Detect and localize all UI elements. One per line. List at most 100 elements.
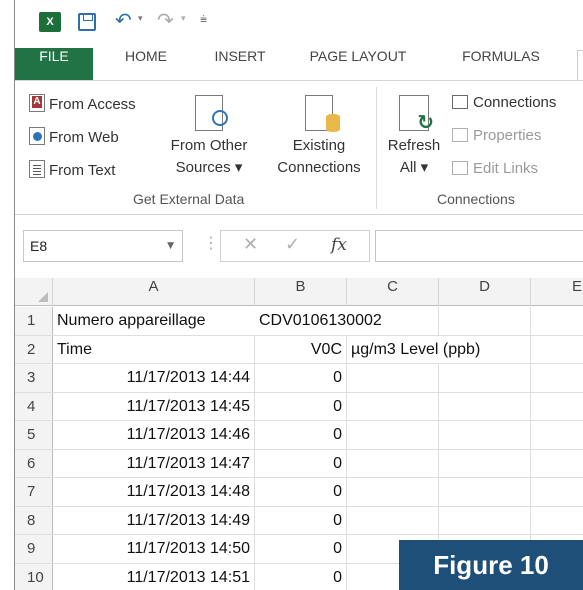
from-other-sources-button[interactable]: From Other Sources ▾ — [161, 95, 257, 179]
cell-e6[interactable] — [531, 450, 583, 478]
cell-e1[interactable] — [531, 307, 583, 335]
redo-icon[interactable]: ↷ — [157, 8, 174, 32]
cell-a7[interactable]: 11/17/2013 14:48 — [53, 478, 255, 506]
cell-d5[interactable] — [439, 421, 531, 449]
cell-b1[interactable]: CDV0106130002 — [255, 307, 382, 335]
tab-page-layout[interactable]: PAGE LAYOUT — [298, 48, 418, 80]
column-header-e[interactable]: E — [531, 278, 583, 306]
table-row: 4 11/17/2013 14:45 0 — [15, 392, 583, 421]
row-header[interactable]: 1 — [15, 307, 53, 335]
select-all-corner[interactable] — [15, 278, 53, 306]
cell-c8[interactable] — [347, 506, 439, 534]
cell-a2[interactable]: Time — [53, 335, 255, 363]
column-header-d[interactable]: D — [439, 278, 531, 306]
row-header[interactable]: 4 — [15, 392, 53, 420]
cell-b8[interactable]: 0 — [255, 506, 347, 534]
formula-input[interactable] — [375, 230, 583, 262]
from-access-button[interactable]: From Access — [29, 94, 136, 113]
cell-c6[interactable] — [347, 449, 439, 477]
cell-a1[interactable]: Numero appareillage — [53, 307, 255, 335]
formula-bar: E8 ▼ ⋮ ✕ ✓ fx — [15, 215, 583, 275]
cell-b5[interactable]: 0 — [255, 421, 347, 449]
cell-c3[interactable] — [347, 364, 439, 392]
cell-a6[interactable]: 11/17/2013 14:47 — [53, 449, 255, 477]
cell-e8[interactable] — [531, 507, 583, 535]
row-header[interactable]: 6 — [15, 449, 53, 477]
cell-a8[interactable]: 11/17/2013 14:49 — [53, 506, 255, 534]
row-header[interactable]: 7 — [15, 478, 53, 506]
cell-a4[interactable]: 11/17/2013 14:45 — [53, 392, 255, 420]
chevron-down-icon[interactable]: ▼ — [167, 231, 174, 261]
tab-home[interactable]: HOME — [113, 48, 179, 80]
cell-d4[interactable] — [439, 392, 531, 420]
column-header-a[interactable]: A — [53, 278, 255, 306]
excel-icon[interactable]: X — [39, 12, 61, 32]
insert-function-icon[interactable]: fx — [331, 235, 347, 255]
cell-b6[interactable]: 0 — [255, 449, 347, 477]
cell-a5[interactable]: 11/17/2013 14:46 — [53, 421, 255, 449]
name-box[interactable]: E8 ▼ — [23, 230, 183, 262]
refresh-all-button[interactable]: Refresh All ▾ — [381, 95, 447, 179]
tab-insert[interactable]: INSERT — [205, 48, 275, 80]
edit-links-button[interactable]: Edit Links — [452, 160, 538, 177]
cell-d8[interactable] — [439, 506, 531, 534]
properties-button[interactable]: Properties — [452, 127, 541, 144]
web-icon — [29, 127, 45, 145]
undo-dropdown-icon[interactable]: ▾ — [138, 14, 143, 24]
cell-e2[interactable] — [531, 336, 583, 364]
row-header[interactable]: 5 — [15, 421, 53, 449]
cell-d3[interactable] — [439, 364, 531, 392]
row-header[interactable]: 9 — [15, 535, 53, 563]
cell-a9[interactable]: 11/17/2013 14:50 — [53, 535, 255, 563]
table-row: 7 11/17/2013 14:48 0 — [15, 478, 583, 507]
existing-line2: Connections — [277, 159, 361, 176]
cell-e4[interactable] — [531, 393, 583, 421]
column-header-c[interactable]: C — [347, 278, 439, 306]
from-web-label: From Web — [49, 129, 119, 146]
row-header[interactable]: 2 — [15, 335, 53, 363]
cell-d6[interactable] — [439, 449, 531, 477]
cell-a10[interactable]: 11/17/2013 14:51 — [53, 563, 255, 590]
cancel-icon[interactable]: ✕ — [243, 234, 258, 255]
row-header[interactable]: 3 — [15, 364, 53, 392]
enter-icon[interactable]: ✓ — [285, 234, 300, 255]
tab-data-edge[interactable] — [577, 50, 583, 80]
column-header-b[interactable]: B — [255, 278, 347, 306]
cell-c4[interactable] — [347, 392, 439, 420]
cell-c7[interactable] — [347, 478, 439, 506]
cell-e3[interactable] — [531, 364, 583, 392]
undo-icon[interactable]: ↶ — [115, 8, 132, 32]
cell-c1[interactable] — [347, 307, 439, 335]
connections-button[interactable]: Connections — [452, 94, 556, 111]
from-text-button[interactable]: From Text — [29, 160, 115, 179]
cell-b7[interactable]: 0 — [255, 478, 347, 506]
cell-d2[interactable] — [439, 335, 531, 363]
customize-qat-icon[interactable]: ⩧ — [200, 12, 207, 27]
cell-c2[interactable]: µg/m3 Level (ppb) — [347, 336, 480, 364]
existing-connections-button[interactable]: Existing Connections — [267, 95, 371, 179]
cell-a3[interactable]: 11/17/2013 14:44 — [53, 364, 255, 392]
row-header[interactable]: 8 — [15, 506, 53, 534]
cell-b9[interactable]: 0 — [255, 535, 347, 563]
quick-access-toolbar: X ↶ ▾ ↷ ▾ ⩧ — [15, 0, 583, 48]
cell-b10[interactable]: 0 — [255, 563, 347, 590]
table-row: 6 11/17/2013 14:47 0 — [15, 449, 583, 478]
from-web-button[interactable]: From Web — [29, 127, 119, 146]
cell-e7[interactable] — [531, 478, 583, 506]
cell-b2[interactable]: V0C — [255, 335, 347, 363]
resize-handle-icon[interactable]: ⋮ — [203, 233, 219, 252]
cell-b4[interactable]: 0 — [255, 392, 347, 420]
cell-d1[interactable] — [439, 307, 531, 335]
cell-c5[interactable] — [347, 421, 439, 449]
properties-icon — [452, 128, 468, 142]
tab-formulas[interactable]: FORMULAS — [453, 48, 549, 80]
properties-label: Properties — [473, 127, 542, 144]
save-icon[interactable] — [78, 13, 96, 31]
redo-dropdown-icon[interactable]: ▾ — [181, 14, 186, 24]
from-text-label: From Text — [49, 162, 116, 179]
cell-b3[interactable]: 0 — [255, 364, 347, 392]
cell-d7[interactable] — [439, 478, 531, 506]
cell-e5[interactable] — [531, 421, 583, 449]
tab-file[interactable]: FILE — [15, 48, 93, 80]
row-header[interactable]: 10 — [15, 563, 53, 590]
